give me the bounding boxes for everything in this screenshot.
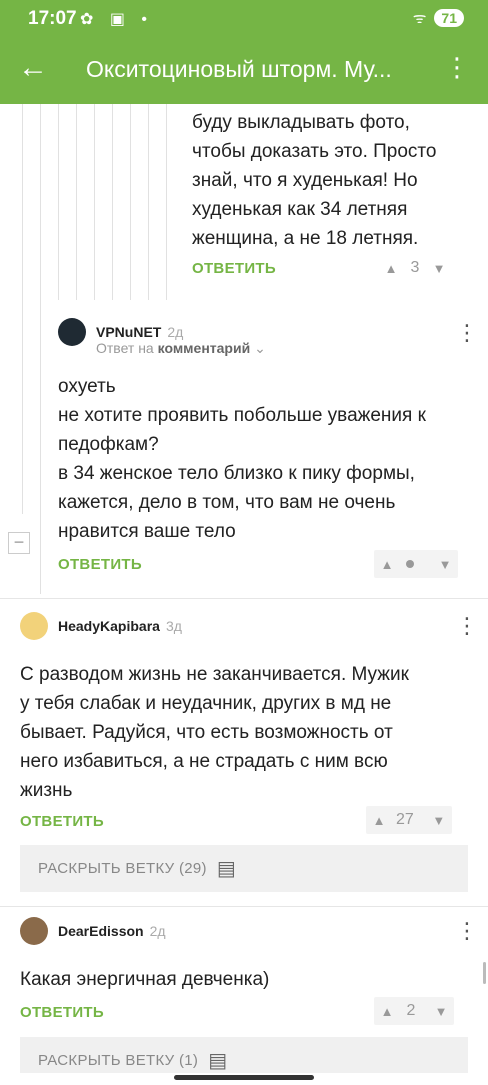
comment-text: Какая энергичная девченка) (20, 965, 269, 994)
expand-thread-label: РАСКРЫТЬ ВЕТКУ (1) (38, 1052, 199, 1069)
chevron-down-icon[interactable]: ⌄ (254, 340, 266, 356)
vote-score: 3 (410, 259, 420, 276)
vote-control: ▲ ▼ (374, 550, 458, 578)
comment-line: в 34 женское тело близко к пику формы, (58, 463, 415, 484)
vote-control: ▲ 27 ▼ (366, 806, 452, 834)
comments-list: буду выкладывать фото, чтобы доказать эт… (0, 104, 488, 1073)
comment-time: 2д (167, 324, 184, 340)
vote-control: ▲ 2 ▼ (374, 997, 454, 1025)
comment-line: женщина, а не 18 летняя. (192, 228, 419, 249)
thread-line (148, 104, 149, 300)
comment-text: С разводом жизнь не заканчивается. Мужик… (20, 660, 409, 805)
expand-thread-button[interactable]: РАСКРЫТЬ ВЕТКУ (1) ▤ (20, 1037, 468, 1073)
comment-line: педофкам? (58, 434, 159, 455)
reply-button[interactable]: ОТВЕТИТЬ (192, 260, 276, 277)
upvote-icon[interactable]: ▲ (374, 1004, 400, 1019)
vote-score-dot (406, 560, 414, 568)
thread-line (94, 104, 95, 300)
thread-line (112, 104, 113, 300)
author-name[interactable]: VPNuNET (96, 324, 161, 340)
comment-menu-icon[interactable]: ⋮ (456, 920, 478, 942)
comment-line: бывает. Радуйся, что есть возможность от (20, 722, 393, 743)
comment-line: не хотите проявить побольше уважения к (58, 405, 426, 426)
avatar[interactable] (58, 318, 86, 346)
comment-line: Какая энергичная девченка) (20, 969, 270, 990)
comment-line: буду выкладывать фото, (192, 112, 410, 133)
comment-header: DearEdisson 2д (20, 917, 166, 945)
reply-to-prefix: Ответ на (96, 340, 154, 356)
comment-line: чтобы доказать это. Просто (192, 141, 437, 162)
divider (0, 598, 488, 599)
reply-button[interactable]: ОТВЕТИТЬ (58, 556, 142, 573)
downvote-icon[interactable]: ▼ (428, 1004, 454, 1019)
comment-line: худенькая как 34 летняя (192, 199, 408, 220)
comment-line: С разводом жизнь не заканчивается. Мужик (20, 664, 409, 685)
reply-button[interactable]: ОТВЕТИТЬ (20, 1004, 104, 1021)
avatar[interactable] (20, 612, 48, 640)
comment-time: 2д (149, 923, 166, 939)
status-bar: 17:07 ✿ ▣ • ᯤ 71 (0, 0, 488, 36)
reply-button[interactable]: ОТВЕТИТЬ (20, 813, 104, 830)
author-name[interactable]: HeadyKapibara (58, 618, 160, 634)
app-bar: ← Окситоциновый шторм. Му... ⋮ (0, 36, 488, 104)
chat-bubble-icon: ▤ (216, 858, 237, 880)
comment-line: жизнь (20, 780, 73, 801)
comment-menu-icon[interactable]: ⋮ (456, 322, 478, 344)
page-title: Окситоциновый шторм. Му... (86, 56, 392, 82)
system-nav-bar (0, 1073, 488, 1085)
back-arrow-icon[interactable]: ← (18, 50, 48, 86)
comment-text: охуеть не хотите проявить побольше уваже… (58, 372, 426, 546)
overflow-menu-icon[interactable]: ⋮ (444, 52, 470, 82)
thread-line (40, 104, 41, 594)
vote-score: 2 (406, 1002, 416, 1019)
wifi-icon: ᯤ (412, 10, 427, 27)
status-time: 17:07 (28, 8, 77, 29)
reply-to-line: Ответ на комментарий ⌄ (96, 340, 266, 357)
thread-line (130, 104, 131, 300)
upvote-icon[interactable]: ▲ (366, 813, 392, 828)
comment-line: знай, что я худенькая! Но (192, 170, 418, 191)
comment-time: 3д (165, 618, 182, 634)
avatar[interactable] (20, 917, 48, 945)
vote-control: ▲ 3 ▼ (378, 254, 452, 282)
thread-line (166, 104, 167, 300)
comment-line: охуеть (58, 376, 116, 397)
comment-line: нравится ваше тело (58, 521, 236, 542)
expand-thread-button[interactable]: РАСКРЫТЬ ВЕТКУ (29) ▤ (20, 845, 468, 892)
upvote-icon[interactable]: ▲ (378, 261, 404, 276)
scrollbar[interactable] (483, 962, 486, 984)
upvote-icon[interactable]: ▲ (374, 557, 400, 572)
downvote-icon[interactable]: ▼ (426, 261, 452, 276)
thread-line (76, 104, 77, 300)
author-name[interactable]: DearEdisson (58, 923, 144, 939)
comment-header: HeadyKapibara 3д (20, 612, 182, 640)
notification-icons: ✿ ▣ • (80, 11, 154, 28)
thread-line (22, 104, 23, 514)
battery-indicator: 71 (434, 9, 464, 27)
expand-thread-label: РАСКРЫТЬ ВЕТКУ (29) (38, 860, 207, 877)
comment-text: буду выкладывать фото, чтобы доказать эт… (192, 108, 437, 253)
downvote-icon[interactable]: ▼ (426, 813, 452, 828)
thread-line (58, 104, 59, 300)
comment-line: него избавиться, а не страдать с ним всю (20, 751, 388, 772)
reply-to-link[interactable]: комментарий (158, 340, 251, 356)
vote-score: 27 (396, 811, 414, 828)
comment-menu-icon[interactable]: ⋮ (456, 615, 478, 637)
home-gesture-pill[interactable] (174, 1075, 314, 1080)
comment-line: кажется, дело в том, что вам не очень (58, 492, 396, 513)
divider (0, 906, 488, 907)
status-right: ᯤ 71 (413, 8, 464, 28)
chat-bubble-icon: ▤ (208, 1050, 228, 1072)
comment-line: у тебя слабак и неудачник, других в мд н… (20, 693, 392, 714)
collapse-thread-button[interactable]: − (8, 532, 30, 554)
downvote-icon[interactable]: ▼ (432, 557, 458, 572)
